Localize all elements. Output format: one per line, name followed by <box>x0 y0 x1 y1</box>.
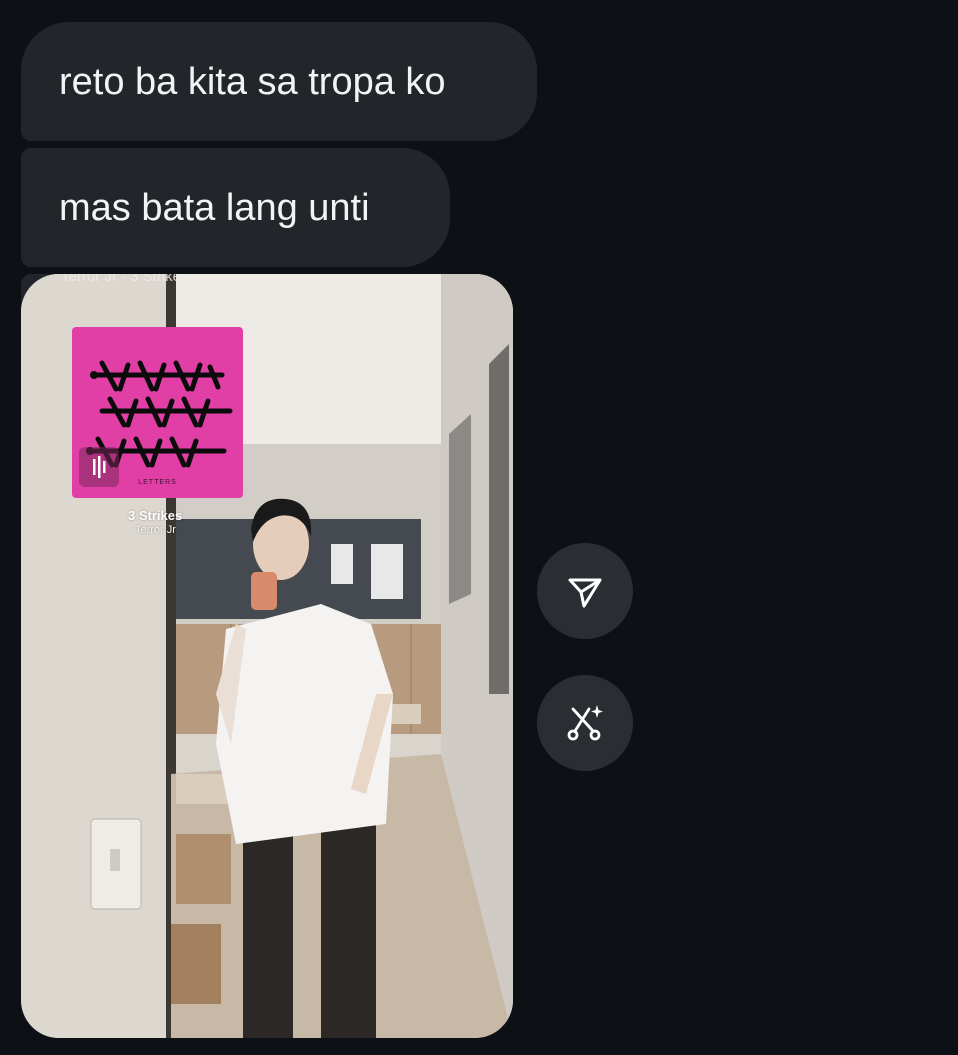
shared-story-card[interactable]: Terror Jr · 3 Strikes LETTERS 3 Strikes … <box>21 274 513 1038</box>
chat-screen: reto ba kita sa tropa ko mas bata lang u… <box>0 0 958 1055</box>
remix-button[interactable] <box>537 675 633 771</box>
story-header: Terror Jr · 3 Strikes <box>61 274 189 285</box>
share-button[interactable] <box>537 543 633 639</box>
message-text: mas bata lang unti <box>59 186 370 229</box>
message-bubble[interactable]: reto ba kita sa tropa ko <box>21 22 537 141</box>
album-art[interactable]: LETTERS <box>72 327 243 498</box>
song-title: 3 Strikes <box>128 508 183 523</box>
scissors-sparkle-icon <box>567 705 603 741</box>
message-bubble[interactable]: mas bata lang unti <box>21 148 450 267</box>
song-artist: Terror Jr <box>135 524 176 536</box>
message-text: reto ba kita sa tropa ko <box>59 60 446 103</box>
send-icon <box>568 578 602 608</box>
album-publisher: LETTERS <box>138 479 177 486</box>
